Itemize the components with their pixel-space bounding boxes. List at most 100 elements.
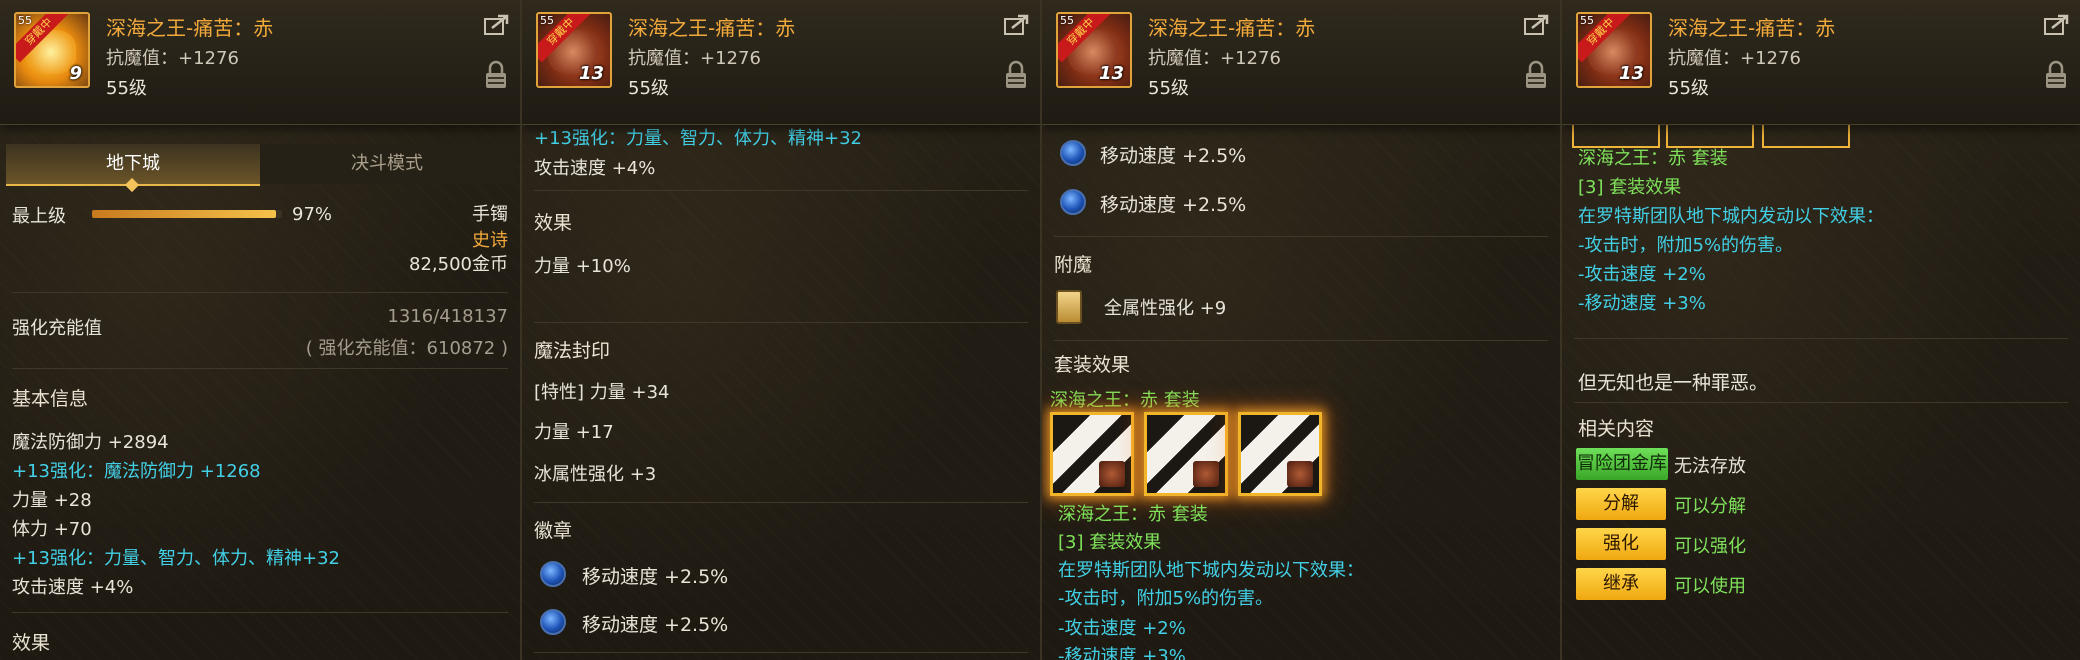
- item-name: 深海之王-痛苦：赤: [628, 16, 796, 40]
- set-effect-line: -移动速度 +3%: [1058, 646, 1186, 660]
- icon-corner-label: 55: [18, 14, 32, 27]
- set-effect-line: -移动速度 +3%: [1578, 293, 1706, 314]
- effect-value: 力量 +10%: [534, 256, 631, 277]
- emblem-line: 移动速度 +2.5%: [1100, 145, 1247, 167]
- divider: [534, 190, 1028, 191]
- magic-resist: 抗魔值：+1276: [1668, 48, 1801, 69]
- magic-resist: 抗魔值：+1276: [1148, 48, 1281, 69]
- divider: [12, 368, 508, 369]
- divider: [1574, 402, 2068, 403]
- item-level: 55级: [628, 78, 669, 99]
- divider: [1574, 338, 2068, 339]
- item-name: 深海之王-痛苦：赤: [106, 16, 274, 40]
- stat-line: 攻击速度 +4%: [12, 577, 134, 598]
- share-icon[interactable]: [1524, 14, 1550, 36]
- item-header: 穿戴中 55 13 深海之王-痛苦：赤 抗魔值：+1276 55级: [522, 0, 1040, 125]
- inherit-button[interactable]: 继承: [1576, 568, 1666, 600]
- emblem-line: 移动速度 +2.5%: [582, 566, 729, 588]
- share-icon[interactable]: [2044, 14, 2070, 36]
- basic-info-header: 基本信息: [12, 388, 89, 410]
- adventure-bank-badge: 冒险团金库: [1576, 448, 1668, 480]
- set-desc: 在罗特斯团队地下城内发动以下效果：: [1058, 560, 1364, 581]
- item-icon[interactable]: 穿戴中 55 9: [14, 12, 90, 88]
- reinforce-button[interactable]: 强化: [1576, 528, 1666, 560]
- set-item-slot[interactable]: [1144, 412, 1228, 496]
- enchant-header: 附魔: [1054, 254, 1093, 276]
- lock-icon[interactable]: [484, 60, 508, 90]
- item-type: 手镯: [472, 204, 508, 225]
- flavor-text: 但无知也是一种罪恶。: [1578, 372, 1769, 394]
- divider: [1054, 340, 1548, 341]
- set-item-thumbnail: [1099, 461, 1125, 487]
- lock-icon[interactable]: [1524, 60, 1548, 90]
- share-icon[interactable]: [1004, 14, 1030, 36]
- item-header: 穿戴中 55 9 深海之王-痛苦：赤 抗魔值：+1276 55级: [0, 0, 520, 125]
- divider: [534, 652, 1028, 653]
- mode-tabs: 地下城 决斗模式: [6, 144, 514, 193]
- blue-emblem-icon[interactable]: [540, 561, 566, 587]
- grade-bar-fill: [92, 210, 277, 218]
- icon-reinforce-level: 13: [578, 63, 604, 84]
- effect-header: 效果: [534, 212, 573, 234]
- set-item-slot[interactable]: [1238, 412, 1322, 496]
- set-item-thumbnail: [1287, 461, 1313, 487]
- reinforce-label: 强化充能值: [12, 318, 102, 339]
- set-item-thumbnail: [1193, 461, 1219, 487]
- magic-resist: 抗魔值：+1276: [628, 48, 761, 69]
- enchant-card-icon[interactable]: [1056, 290, 1082, 324]
- item-tooltip-panel-2: 穿戴中 55 13 深海之王-痛苦：赤 抗魔值：+1276 55级 +13强化：…: [522, 0, 1042, 660]
- set-effect-line: -攻击时，附加5%的伤害。: [1578, 235, 1794, 256]
- item-level: 55级: [1668, 78, 1709, 99]
- set-bonus: [3] 套装效果: [1578, 177, 1682, 198]
- icon-reinforce-level: 13: [1098, 63, 1124, 84]
- related-status: 无法存放: [1674, 456, 1746, 477]
- item-tooltip-panel-1: 穿戴中 55 9 深海之王-痛苦：赤 抗魔值：+1276 55级 地下城 决斗模…: [0, 0, 522, 660]
- related-status: 可以使用: [1674, 576, 1746, 597]
- icon-reinforce-level: 13: [1618, 63, 1644, 84]
- seal-line: 冰属性强化 +3: [534, 464, 657, 485]
- reinforce-value: 1316/418137: [387, 306, 508, 327]
- lock-icon[interactable]: [2044, 60, 2068, 90]
- set-effect-line: -攻击速度 +2%: [1578, 264, 1706, 285]
- item-header: 穿戴中 55 13 深海之王-痛苦：赤 抗魔值：+1276 55级: [1562, 0, 2080, 125]
- grade-percent: 97%: [292, 204, 333, 225]
- set-item-slot-edge: [1762, 124, 1850, 148]
- reinforce-sub: ( 强化充能值：610872 ): [305, 338, 508, 359]
- set-title: 深海之王：赤 套装: [1578, 148, 1728, 169]
- set-item-slot[interactable]: [1050, 412, 1134, 496]
- blue-emblem-icon[interactable]: [540, 609, 566, 635]
- item-rarity: 史诗: [472, 230, 508, 251]
- divider: [534, 502, 1028, 503]
- emblem-header: 徽章: [534, 520, 573, 542]
- divider: [12, 612, 508, 613]
- disassemble-button[interactable]: 分解: [1576, 488, 1666, 520]
- item-tooltip-panel-3: 穿戴中 55 13 深海之王-痛苦：赤 抗魔值：+1276 55级 移动速度 +…: [1042, 0, 1562, 660]
- stat-line: 力量 +28: [12, 490, 92, 511]
- blue-emblem-icon[interactable]: [1060, 140, 1086, 166]
- item-header: 穿戴中 55 13 深海之王-痛苦：赤 抗魔值：+1276 55级: [1042, 0, 1560, 125]
- set-title: 深海之王：赤 套装: [1058, 504, 1208, 525]
- item-name: 深海之王-痛苦：赤: [1668, 16, 1836, 40]
- icon-corner-label: 55: [1060, 14, 1074, 27]
- lock-icon[interactable]: [1004, 60, 1028, 90]
- item-price: 82,500金币: [409, 254, 508, 275]
- stat-line: +13强化：力量、智力、体力、精神+32: [12, 548, 340, 569]
- enchant-value: 全属性强化 +9: [1104, 298, 1227, 319]
- reinforce-stat-line: +13强化：力量、智力、体力、精神+32: [534, 128, 862, 149]
- set-effect-header: 套装效果: [1054, 354, 1131, 376]
- tab-duel-mode[interactable]: 决斗模式: [260, 144, 514, 184]
- seal-line: [特性] 力量 +34: [534, 382, 670, 403]
- item-level: 55级: [1148, 78, 1189, 99]
- item-icon[interactable]: 穿戴中 55 13: [1056, 12, 1132, 88]
- item-icon[interactable]: 穿戴中 55 13: [1576, 12, 1652, 88]
- share-icon[interactable]: [484, 14, 510, 36]
- set-bonus: [3] 套装效果: [1058, 532, 1162, 553]
- emblem-line: 移动速度 +2.5%: [1100, 194, 1247, 216]
- blue-emblem-icon[interactable]: [1060, 189, 1086, 215]
- related-content-header: 相关内容: [1578, 418, 1655, 440]
- magic-seal-header: 魔法封印: [534, 340, 611, 362]
- icon-corner-label: 55: [540, 14, 554, 27]
- item-icon[interactable]: 穿戴中 55 13: [536, 12, 612, 88]
- stat-line: 魔法防御力 +2894: [12, 432, 169, 453]
- related-status: 可以分解: [1674, 496, 1746, 517]
